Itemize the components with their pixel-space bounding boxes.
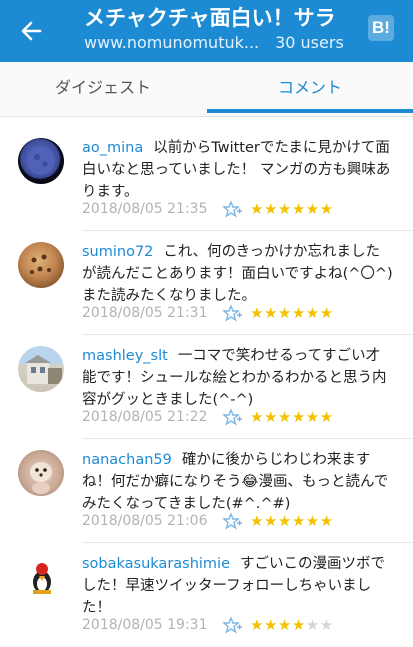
comment-item: sobakasukarashimie すごいこの漫画ツボでした！早速ツイッターフォ… [0,544,413,647]
avatar-image [30,254,51,274]
comment-item: nanachan59 確かに後からじわじわ来ますね！何だか癖になりそう😂漫画、もっ… [0,440,413,543]
back-button[interactable] [14,14,48,48]
tab-digest[interactable]: ダイジェスト [0,62,206,116]
comment-username[interactable]: ao_mina [82,140,143,156]
comment-item: ao_mina 以前からTwitterでたまに見かけて面白いなと思っていました！ … [0,128,413,231]
comment-username[interactable]: nanachan59 [82,452,172,468]
star-rating: ★★★★★★ [250,303,334,323]
user-avatar[interactable] [18,450,64,496]
star-rating: ★★★★★★ [250,407,334,427]
user-avatar[interactable] [18,138,64,184]
comment-divider [82,438,413,439]
stars-filled: ★★★★★★ [250,200,334,218]
stars-filled: ★★★★★★ [250,304,334,322]
user-avatar[interactable] [18,346,64,392]
stars-filled: ★★★★ [250,616,306,634]
comment-body: nanachan59 確かに後からじわじわ来ますね！何だか癖になりそう😂漫画、もっ… [82,449,394,515]
bookmark-user-count[interactable]: 30 users [275,31,344,55]
avatar-image [30,462,52,494]
comment-date: 2018/08/05 21:06 [82,513,208,529]
user-avatar[interactable] [22,556,62,596]
comment-body: sumino72 これ、何のきっかけか忘れましたが読んだことあります！面白いですよ… [82,241,394,307]
comment-body: ao_mina 以前からTwitterでたまに見かけて面白いなと思っていました！ … [82,137,394,203]
comment-divider [82,542,413,543]
comment-date: 2018/08/05 21:35 [82,201,208,217]
tab-comments[interactable]: コメント [207,62,413,116]
back-arrow-icon [21,21,42,41]
stars-filled: ★★★★★★ [250,408,334,426]
add-star-icon[interactable] [222,512,242,530]
active-tab-indicator [207,109,413,113]
avatar-image [27,147,55,175]
avatar-image [25,355,62,384]
comment-date: 2018/08/05 21:22 [82,409,208,425]
comment-body: sobakasukarashimie すごいこの漫画ツボでした！早速ツイッターフォ… [82,553,394,619]
comment-date: 2018/08/05 21:31 [82,305,208,321]
comment-divider [82,334,413,335]
entry-domain[interactable]: www.nomunomutuk... [84,31,264,55]
stars-filled: ★★★★★★ [250,512,334,530]
app-header: メチャクチャ面白い！サラ www.nomunomutuk... 30 users… [0,0,413,62]
star-rating: ★★★★★★ [250,199,334,219]
star-rating: ★★★★★★ [250,615,334,635]
comment-divider [82,230,413,231]
comment-username[interactable]: mashley_slt [82,348,168,364]
comment-username[interactable]: sobakasukarashimie [82,556,230,572]
add-star-icon[interactable] [222,200,242,218]
comment-username[interactable]: sumino72 [82,244,153,260]
comment-date: 2018/08/05 19:31 [82,617,208,633]
stars-empty: ★★ [305,616,334,634]
entry-meta: www.nomunomutuk... 30 users [84,31,360,55]
avatar-image [33,563,51,594]
comment-item: sumino72 これ、何のきっかけか忘れましたが読んだことあります！面白いですよ… [0,232,413,335]
add-star-icon[interactable] [222,304,242,322]
star-rating: ★★★★★★ [250,511,334,531]
add-star-icon[interactable] [222,616,242,634]
comment-body: mashley_slt 一コマで笑わせるってすごい才能です！シュールな絵とわかるわ… [82,345,394,411]
page-title: メチャクチャ面白い！サラ [84,6,336,30]
add-star-icon[interactable] [222,408,242,426]
user-avatar[interactable] [18,242,64,288]
comment-item: mashley_slt 一コマで笑わせるってすごい才能です！シュールな絵とわかるわ… [0,336,413,439]
hatena-bookmark-button[interactable]: B! [368,15,394,41]
